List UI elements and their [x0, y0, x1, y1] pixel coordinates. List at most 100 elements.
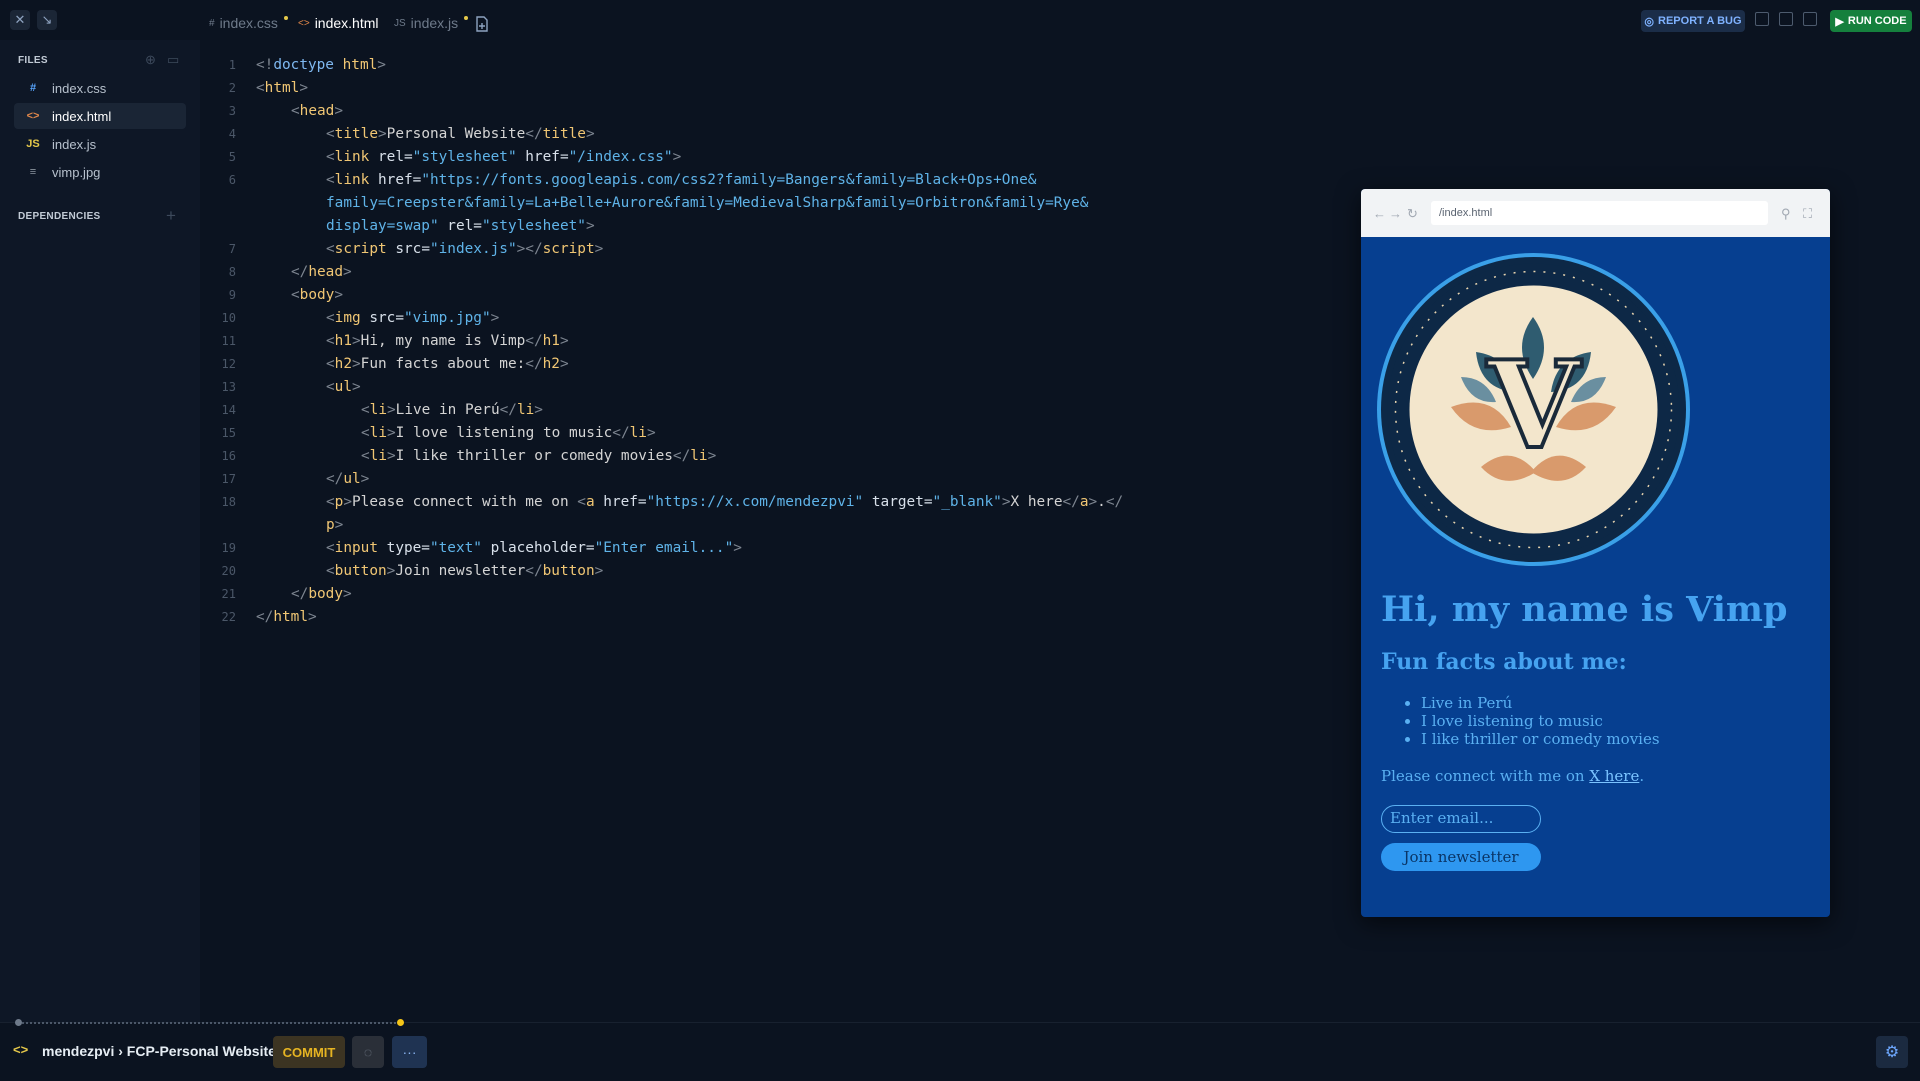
- new-file-icon[interactable]: ⊕: [145, 52, 156, 68]
- preview-window[interactable]: ← → ↻ /index.html ⚲ ⛶ V Hi, my name is V…: [1361, 189, 1830, 917]
- report-bug-button[interactable]: ◎ REPORT A BUG: [1641, 10, 1745, 32]
- code-token: button: [542, 563, 595, 579]
- history-button[interactable]: ◌: [352, 1036, 384, 1068]
- html-file-icon: <>: [298, 17, 310, 29]
- code-token: "/index.css": [568, 149, 673, 165]
- code-token: ul: [334, 379, 352, 395]
- code-text: <link href="https://fonts.googleapis.com…: [326, 169, 1036, 192]
- code-token: body: [299, 287, 335, 303]
- code-token: </: [1062, 494, 1080, 510]
- history-icon: ◌: [363, 1044, 373, 1060]
- run-code-button[interactable]: ▶ RUN CODE: [1830, 10, 1912, 32]
- reload-icon[interactable]: ↻: [1407, 206, 1418, 222]
- layout-console-icon[interactable]: [1779, 12, 1793, 26]
- join-newsletter-button[interactable]: Join newsletter: [1381, 843, 1541, 871]
- code-editor[interactable]: 1 <!doctype html> 2 <html> 3 <head> 4 <title>Pe…: [200, 40, 1920, 1022]
- code-token: <: [326, 172, 335, 188]
- line-number: 6: [228, 173, 236, 187]
- code-token: >: [594, 563, 604, 579]
- line-number: 5: [228, 150, 236, 164]
- code-token: </: [525, 126, 543, 142]
- code-token: >: [334, 517, 344, 533]
- commit-timeline[interactable]: [18, 1022, 400, 1024]
- line-number: 22: [221, 610, 236, 624]
- gear-icon: ⚙: [1884, 1044, 1900, 1061]
- code-token: script: [334, 241, 396, 257]
- code-token: Live in Perú: [395, 402, 500, 418]
- timeline-start-dot[interactable]: [15, 1019, 22, 1026]
- code-text: <input type="text" placeholder="Enter em…: [326, 537, 742, 560]
- code-token: <: [326, 310, 335, 326]
- settings-button[interactable]: ⚙: [1876, 1036, 1908, 1068]
- connect-end: .: [1639, 767, 1645, 785]
- code-token: </: [525, 356, 543, 372]
- new-folder-icon[interactable]: ▭: [167, 52, 179, 68]
- code-token: "_blank": [932, 494, 1002, 510]
- code-text: <html>: [256, 77, 308, 100]
- timeline-current-dot[interactable]: [397, 1019, 404, 1026]
- preview-subheading: Fun facts about me:: [1381, 649, 1627, 675]
- line-number: 21: [221, 587, 236, 601]
- line-number: 9: [228, 288, 236, 302]
- code-token: >: [672, 149, 682, 165]
- code-token: button: [334, 563, 387, 579]
- pin-icon[interactable]: ⚲: [1781, 206, 1791, 222]
- code-token: >: [387, 448, 396, 464]
- code-token: href=: [603, 494, 647, 510]
- js-file-icon: JS: [394, 17, 406, 29]
- code-token: li: [690, 448, 708, 464]
- code-token: title: [542, 126, 586, 142]
- html-file-icon: <>: [26, 110, 40, 122]
- code-token: body: [308, 586, 343, 602]
- sidebar-item-index-html[interactable]: <> index.html: [14, 103, 186, 129]
- code-token: href=: [516, 149, 569, 165]
- tab-index-html[interactable]: <> index.html: [298, 15, 379, 31]
- code-token: li: [369, 402, 387, 418]
- add-dependency-icon[interactable]: +: [166, 206, 176, 226]
- sidebar-item-vimp-jpg[interactable]: ≡ vimp.jpg: [14, 159, 186, 185]
- repo-breadcrumb[interactable]: mendezpvi › FCP-Personal Website: [42, 1043, 276, 1059]
- close-icon[interactable]: ✕: [10, 10, 30, 30]
- more-button[interactable]: ···: [392, 1036, 427, 1068]
- code-token: <: [326, 540, 335, 556]
- forward-icon[interactable]: →: [1389, 206, 1402, 221]
- collapse-icon[interactable]: ↘: [37, 10, 57, 30]
- code-token: src=: [369, 310, 404, 326]
- code-token: href=: [378, 172, 422, 188]
- code-text: <li>I like thriller or comedy movies</li…: [361, 445, 716, 468]
- tab-index-css[interactable]: # index.css: [209, 15, 288, 31]
- layout-preview-icon[interactable]: [1803, 12, 1817, 26]
- code-token: >: [559, 356, 569, 372]
- preview-url[interactable]: /index.html: [1431, 201, 1768, 225]
- code-text: display=swap" rel="stylesheet">: [326, 215, 595, 238]
- line-number: 3: [228, 104, 236, 118]
- code-token: >: [534, 402, 543, 418]
- code-token: >: [733, 540, 742, 556]
- code-token: <: [291, 103, 300, 119]
- file-name: index.js: [52, 136, 97, 152]
- line-number: 17: [221, 472, 236, 486]
- list-item: I love listening to music: [1421, 712, 1660, 730]
- back-icon[interactable]: ←: [1373, 206, 1386, 221]
- code-token: >: [352, 333, 361, 349]
- fullscreen-icon[interactable]: ⛶: [1803, 206, 1812, 222]
- code-token: <: [577, 494, 586, 510]
- connect-text: Please connect with me on: [1381, 767, 1590, 785]
- x-link[interactable]: X here: [1589, 767, 1639, 785]
- code-token: </: [525, 333, 543, 349]
- line-number: 15: [221, 426, 236, 440]
- code-token: input: [334, 540, 387, 556]
- sidebar-item-index-css[interactable]: # index.css: [14, 75, 186, 101]
- vimp-logo-icon: V: [1387, 263, 1680, 556]
- new-tab-icon[interactable]: [474, 15, 490, 33]
- code-token: >: [352, 379, 361, 395]
- tab-index-js[interactable]: JS index.js: [394, 15, 469, 31]
- email-field[interactable]: Enter email...: [1381, 805, 1541, 833]
- tab-label: index.html: [314, 15, 379, 31]
- commit-button[interactable]: COMMIT: [273, 1036, 345, 1068]
- code-token: >: [378, 126, 387, 142]
- code-token: >: [646, 425, 656, 441]
- code-token: <: [326, 494, 335, 510]
- sidebar-item-index-js[interactable]: JS index.js: [14, 131, 186, 157]
- layout-left-icon[interactable]: [1755, 12, 1769, 26]
